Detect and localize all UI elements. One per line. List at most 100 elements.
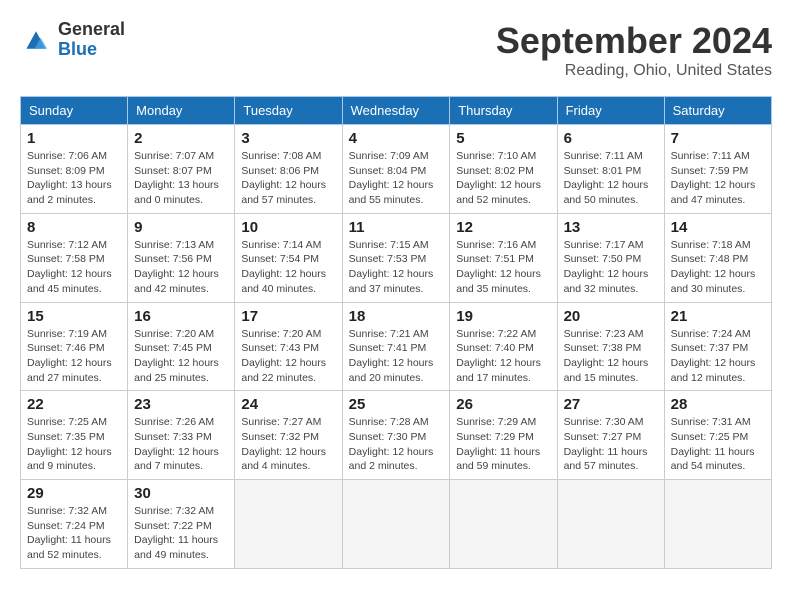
day-number: 29 <box>27 485 121 502</box>
day-number: 23 <box>134 396 228 413</box>
day-number: 2 <box>134 130 228 147</box>
calendar-cell: 5 Sunrise: 7:10 AMSunset: 8:02 PMDaylight… <box>450 125 557 214</box>
calendar-day-header-wednesday: Wednesday <box>342 97 450 125</box>
day-info: Sunrise: 7:20 AMSunset: 7:45 PMDaylight:… <box>134 327 228 386</box>
day-info: Sunrise: 7:31 AMSunset: 7:25 PMDaylight:… <box>671 415 765 474</box>
logo-blue-text: Blue <box>58 40 125 60</box>
calendar-table: SundayMondayTuesdayWednesdayThursdayFrid… <box>20 96 772 569</box>
calendar-body: 1 Sunrise: 7:06 AMSunset: 8:09 PMDaylight… <box>21 125 772 569</box>
day-number: 21 <box>671 308 765 325</box>
calendar-cell: 13Sunrise: 7:17 AMSunset: 7:50 PMDayligh… <box>557 213 664 302</box>
calendar-cell: 1 Sunrise: 7:06 AMSunset: 8:09 PMDaylight… <box>21 125 128 214</box>
day-number: 6 <box>564 130 658 147</box>
day-info: Sunrise: 7:15 AMSunset: 7:53 PMDaylight:… <box>349 238 444 297</box>
day-number: 30 <box>134 485 228 502</box>
day-info: Sunrise: 7:26 AMSunset: 7:33 PMDaylight:… <box>134 415 228 474</box>
calendar-cell <box>342 480 450 569</box>
day-info: Sunrise: 7:32 AMSunset: 7:22 PMDaylight:… <box>134 504 228 563</box>
calendar-cell: 2 Sunrise: 7:07 AMSunset: 8:07 PMDaylight… <box>128 125 235 214</box>
day-number: 15 <box>27 308 121 325</box>
calendar-day-header-monday: Monday <box>128 97 235 125</box>
day-info: Sunrise: 7:24 AMSunset: 7:37 PMDaylight:… <box>671 327 765 386</box>
calendar-week-2: 8Sunrise: 7:12 AMSunset: 7:58 PMDaylight… <box>21 213 772 302</box>
calendar-header-row: SundayMondayTuesdayWednesdayThursdayFrid… <box>21 97 772 125</box>
logo-general-text: General <box>58 20 125 40</box>
day-number: 28 <box>671 396 765 413</box>
day-number: 26 <box>456 396 550 413</box>
day-number: 27 <box>564 396 658 413</box>
calendar-week-1: 1 Sunrise: 7:06 AMSunset: 8:09 PMDaylight… <box>21 125 772 214</box>
day-number: 25 <box>349 396 444 413</box>
day-number: 10 <box>241 219 335 236</box>
calendar-cell: 6 Sunrise: 7:11 AMSunset: 8:01 PMDaylight… <box>557 125 664 214</box>
day-info: Sunrise: 7:08 AMSunset: 8:06 PMDaylight:… <box>241 149 335 208</box>
calendar-cell: 21 Sunrise: 7:24 AMSunset: 7:37 PMDayligh… <box>664 302 771 391</box>
calendar-cell <box>557 480 664 569</box>
calendar-cell: 9Sunrise: 7:13 AMSunset: 7:56 PMDaylight… <box>128 213 235 302</box>
day-info: Sunrise: 7:11 AMSunset: 7:59 PMDaylight:… <box>671 149 765 208</box>
day-number: 14 <box>671 219 765 236</box>
day-number: 3 <box>241 130 335 147</box>
day-number: 7 <box>671 130 765 147</box>
day-info: Sunrise: 7:32 AMSunset: 7:24 PMDaylight:… <box>27 504 121 563</box>
day-info: Sunrise: 7:10 AMSunset: 8:02 PMDaylight:… <box>456 149 550 208</box>
calendar-cell: 20Sunrise: 7:23 AMSunset: 7:38 PMDayligh… <box>557 302 664 391</box>
day-info: Sunrise: 7:09 AMSunset: 8:04 PMDaylight:… <box>349 149 444 208</box>
day-number: 19 <box>456 308 550 325</box>
day-number: 11 <box>349 219 444 236</box>
calendar-cell: 11 Sunrise: 7:15 AMSunset: 7:53 PMDayligh… <box>342 213 450 302</box>
calendar-cell: 28 Sunrise: 7:31 AMSunset: 7:25 PMDayligh… <box>664 391 771 480</box>
calendar-cell: 14 Sunrise: 7:18 AMSunset: 7:48 PMDayligh… <box>664 213 771 302</box>
day-number: 1 <box>27 130 121 147</box>
calendar-cell <box>664 480 771 569</box>
day-info: Sunrise: 7:19 AMSunset: 7:46 PMDaylight:… <box>27 327 121 386</box>
calendar-cell: 10Sunrise: 7:14 AMSunset: 7:54 PMDayligh… <box>235 213 342 302</box>
calendar-cell: 19 Sunrise: 7:22 AMSunset: 7:40 PMDayligh… <box>450 302 557 391</box>
day-info: Sunrise: 7:27 AMSunset: 7:32 PMDaylight:… <box>241 415 335 474</box>
day-info: Sunrise: 7:30 AMSunset: 7:27 PMDaylight:… <box>564 415 658 474</box>
calendar-header: SundayMondayTuesdayWednesdayThursdayFrid… <box>21 97 772 125</box>
location: Reading, Ohio, United States <box>496 62 772 80</box>
calendar-cell: 7 Sunrise: 7:11 AMSunset: 7:59 PMDaylight… <box>664 125 771 214</box>
day-number: 22 <box>27 396 121 413</box>
day-info: Sunrise: 7:13 AMSunset: 7:56 PMDaylight:… <box>134 238 228 297</box>
day-info: Sunrise: 7:29 AMSunset: 7:29 PMDaylight:… <box>456 415 550 474</box>
calendar-day-header-saturday: Saturday <box>664 97 771 125</box>
calendar-cell <box>235 480 342 569</box>
day-number: 12 <box>456 219 550 236</box>
day-info: Sunrise: 7:07 AMSunset: 8:07 PMDaylight:… <box>134 149 228 208</box>
day-number: 20 <box>564 308 658 325</box>
day-info: Sunrise: 7:17 AMSunset: 7:50 PMDaylight:… <box>564 238 658 297</box>
day-info: Sunrise: 7:18 AMSunset: 7:48 PMDaylight:… <box>671 238 765 297</box>
calendar-cell: 22 Sunrise: 7:25 AMSunset: 7:35 PMDayligh… <box>21 391 128 480</box>
calendar-cell: 15 Sunrise: 7:19 AMSunset: 7:46 PMDayligh… <box>21 302 128 391</box>
calendar-day-header-friday: Friday <box>557 97 664 125</box>
day-number: 5 <box>456 130 550 147</box>
day-info: Sunrise: 7:21 AMSunset: 7:41 PMDaylight:… <box>349 327 444 386</box>
calendar-cell: 27 Sunrise: 7:30 AMSunset: 7:27 PMDayligh… <box>557 391 664 480</box>
calendar-cell: 29 Sunrise: 7:32 AMSunset: 7:24 PMDayligh… <box>21 480 128 569</box>
calendar-cell: 17Sunrise: 7:20 AMSunset: 7:43 PMDayligh… <box>235 302 342 391</box>
calendar-week-3: 15 Sunrise: 7:19 AMSunset: 7:46 PMDayligh… <box>21 302 772 391</box>
logo-text: General Blue <box>58 20 125 60</box>
month-title: September 2024 <box>496 20 772 62</box>
calendar-day-header-tuesday: Tuesday <box>235 97 342 125</box>
day-info: Sunrise: 7:06 AMSunset: 8:09 PMDaylight:… <box>27 149 121 208</box>
calendar-cell: 16Sunrise: 7:20 AMSunset: 7:45 PMDayligh… <box>128 302 235 391</box>
calendar-cell: 8Sunrise: 7:12 AMSunset: 7:58 PMDaylight… <box>21 213 128 302</box>
calendar-cell: 4Sunrise: 7:09 AMSunset: 8:04 PMDaylight… <box>342 125 450 214</box>
day-info: Sunrise: 7:25 AMSunset: 7:35 PMDaylight:… <box>27 415 121 474</box>
page-header: General Blue September 2024 Reading, Ohi… <box>20 20 772 80</box>
calendar-cell <box>450 480 557 569</box>
logo-icon <box>20 26 52 54</box>
day-info: Sunrise: 7:20 AMSunset: 7:43 PMDaylight:… <box>241 327 335 386</box>
day-info: Sunrise: 7:11 AMSunset: 8:01 PMDaylight:… <box>564 149 658 208</box>
calendar-day-header-thursday: Thursday <box>450 97 557 125</box>
day-info: Sunrise: 7:16 AMSunset: 7:51 PMDaylight:… <box>456 238 550 297</box>
day-info: Sunrise: 7:22 AMSunset: 7:40 PMDaylight:… <box>456 327 550 386</box>
calendar-week-4: 22 Sunrise: 7:25 AMSunset: 7:35 PMDayligh… <box>21 391 772 480</box>
day-number: 8 <box>27 219 121 236</box>
calendar-day-header-sunday: Sunday <box>21 97 128 125</box>
calendar-cell: 23 Sunrise: 7:26 AMSunset: 7:33 PMDayligh… <box>128 391 235 480</box>
logo: General Blue <box>20 20 125 60</box>
